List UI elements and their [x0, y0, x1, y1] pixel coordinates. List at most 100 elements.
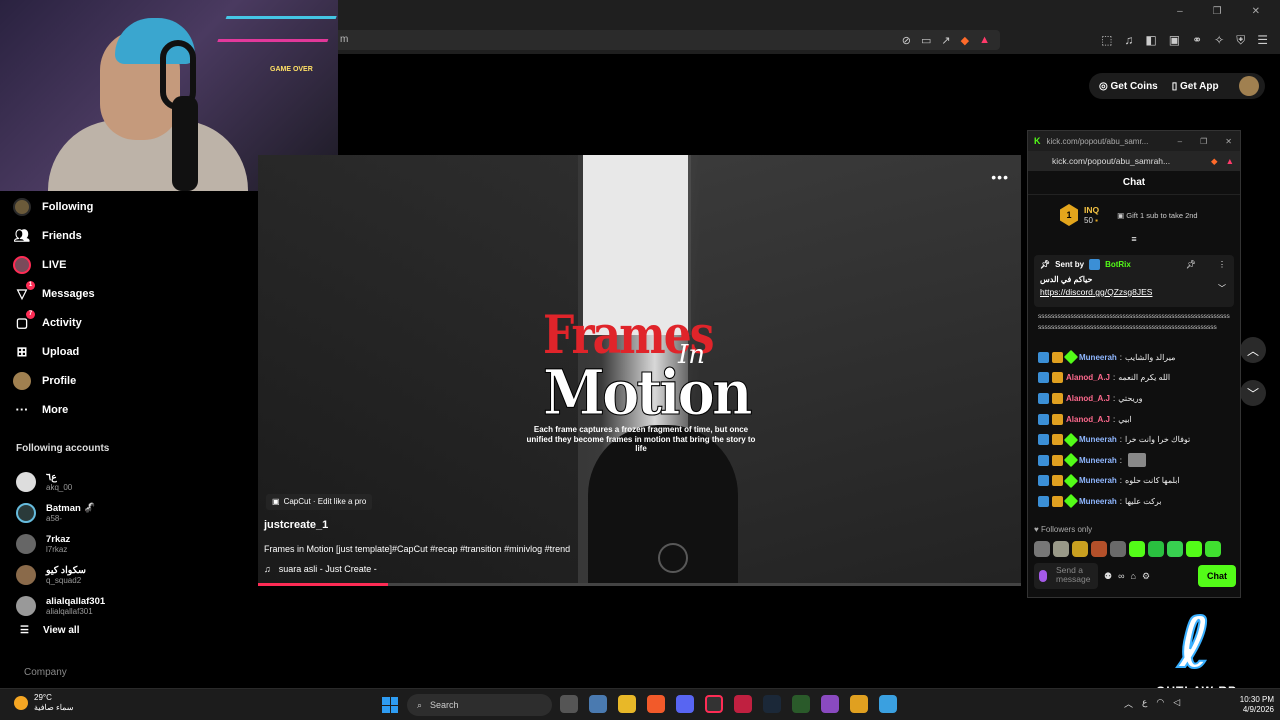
pin-icon[interactable]: 📌︎ [1186, 260, 1196, 269]
leo-icon[interactable]: ✧ [1214, 33, 1224, 48]
maximize-button[interactable]: ❐ [1213, 6, 1222, 17]
collapse-icon[interactable]: ≡ [1028, 235, 1240, 244]
next-video-button[interactable]: ﹀ [1240, 380, 1266, 406]
emote[interactable] [1129, 541, 1145, 557]
chat-username[interactable]: Muneerah [1079, 497, 1117, 506]
emote[interactable] [1205, 541, 1221, 557]
sidebar-item-friends[interactable]: 👥︎ Friends [12, 221, 212, 250]
vpn-icon[interactable]: ⛨ [1236, 33, 1245, 48]
brave-browser-icon[interactable] [647, 695, 665, 713]
emote[interactable] [1034, 541, 1050, 557]
gift-sub-prompt[interactable]: ▣ Gift 1 sub to take 2nd [1117, 211, 1197, 220]
account-item[interactable]: سكواد كيو q_squad2 [16, 559, 216, 590]
pinned-link[interactable]: https://discord.gg/QZzsg8JES [1040, 287, 1228, 297]
sidebar-item-upload[interactable]: ⊞ Upload [12, 337, 212, 366]
chat-message[interactable]: Alanod_A.J: وريحتي [1028, 388, 1240, 409]
emoji-icon[interactable]: ⚉ [1104, 571, 1112, 582]
brave-rewards-icon[interactable]: ▲ [979, 34, 990, 47]
chat-username[interactable]: Muneerah [1079, 476, 1117, 485]
emote[interactable] [1053, 541, 1069, 557]
account-item[interactable]: Batman 🦨 a58- [16, 497, 216, 528]
video-progress-bar[interactable] [258, 583, 1021, 586]
menu-icon[interactable]: ☰ [1257, 33, 1268, 48]
video-player[interactable]: ••• Frames In Motion Each frame captures… [258, 155, 1021, 586]
sidebar-item-more[interactable]: ··· More [12, 395, 212, 424]
chevron-up-icon[interactable]: ︿ [1124, 697, 1133, 710]
file-explorer-icon[interactable] [618, 695, 636, 713]
chat-maximize-button[interactable]: ❐ [1200, 137, 1207, 146]
sound-link[interactable]: ♫ suara asli - Just Create - [264, 564, 377, 574]
brave-rewards-icon[interactable]: ▲ [1226, 156, 1234, 167]
emote[interactable] [1148, 541, 1164, 557]
steam-icon[interactable] [763, 695, 781, 713]
wifi-icon[interactable]: ◠ [1156, 697, 1164, 710]
language-indicator[interactable]: ع [1142, 697, 1147, 710]
emote[interactable] [1186, 541, 1202, 557]
more-options-button[interactable]: ••• [991, 169, 1009, 185]
sidebar-item-messages[interactable]: ▽ 1 Messages [12, 279, 212, 308]
chat-message[interactable]: Muneerah: ميرالد والشايب [1028, 347, 1240, 368]
account-item[interactable]: alialqallaf301 alialqallaf301 [16, 590, 216, 621]
chat-send-button[interactable]: Chat [1198, 565, 1236, 587]
obs-icon[interactable] [705, 695, 723, 713]
share-icon[interactable]: ↗ [941, 34, 950, 47]
microphone-icon[interactable] [1039, 570, 1047, 582]
close-window-button[interactable]: ✕ [1252, 6, 1260, 17]
app-icon[interactable] [879, 695, 897, 713]
cast-icon[interactable]: ▭ [921, 34, 931, 47]
chat-message[interactable]: Muneerah: بركت عليها [1028, 491, 1240, 512]
sidebar-item-activity[interactable]: ▢ 7 Activity [12, 308, 212, 337]
emote[interactable] [1091, 541, 1107, 557]
chat-username[interactable]: Alanod_A.J [1066, 415, 1110, 424]
get-app-button[interactable]: ▯ Get App [1172, 81, 1219, 92]
account-item[interactable]: ع٦ akq_00 [16, 466, 216, 497]
get-coins-button[interactable]: ◎ Get Coins [1099, 81, 1158, 92]
chat-username[interactable]: Muneerah [1079, 435, 1117, 444]
capcut-chip[interactable]: ▣ CapCut · Edit like a pro [266, 494, 373, 510]
music-icon[interactable]: ♫ [1124, 33, 1133, 48]
infinity-icon[interactable]: ∞ [1118, 571, 1124, 581]
kebab-icon[interactable]: ⋮ [1218, 260, 1226, 269]
sidebar-icon[interactable]: ◧ [1145, 33, 1156, 48]
chat-minimize-button[interactable]: – [1178, 137, 1182, 146]
address-bar[interactable]: m ⊘ ▭ ↗ ◆ ▲ [320, 30, 1000, 50]
emote[interactable] [1167, 541, 1183, 557]
xbox-icon[interactable] [792, 695, 810, 713]
chat-url-bar[interactable]: kick.com/popout/abu_samrah... ◆ ▲ [1028, 151, 1240, 171]
mute-icon[interactable]: ⊘ [902, 34, 911, 47]
taskbar-clock[interactable]: 10:30 PM 4/9/2026 [1230, 695, 1274, 715]
chat-message[interactable]: Alanod_A.J: الله يكرم النعمه [1028, 368, 1240, 389]
chat-username[interactable]: Alanod_A.J [1066, 394, 1110, 403]
weather-widget[interactable]: 29°C سماء صافية [14, 693, 74, 713]
pinned-message[interactable]: 📌︎ Sent by BotRix حياكم في الدس https://… [1034, 255, 1234, 307]
link-icon[interactable]: ⚭ [1192, 33, 1202, 48]
chat-message[interactable]: Muneerah: [1028, 450, 1240, 471]
emote[interactable] [1110, 541, 1126, 557]
sidebar-item-profile[interactable]: Profile [12, 366, 212, 395]
creator-name[interactable]: justcreate_1 [264, 519, 328, 531]
settings-app-icon[interactable] [589, 695, 607, 713]
store-icon[interactable]: ⌂ [1131, 571, 1136, 581]
taskbar-search[interactable]: ⌕ Search [407, 694, 552, 716]
app-icon[interactable] [821, 695, 839, 713]
settings-icon[interactable]: ⚙ [1142, 571, 1150, 582]
app-icon[interactable] [850, 695, 868, 713]
chat-username[interactable]: Muneerah [1079, 456, 1117, 465]
send-message-input[interactable]: Send a message [1034, 563, 1098, 589]
user-avatar[interactable] [1238, 76, 1259, 96]
view-all-link[interactable]: ☰ View all [20, 625, 79, 636]
screenshot-icon[interactable]: ⬚ [1101, 33, 1112, 48]
chat-username[interactable]: Alanod_A.J [1066, 373, 1110, 382]
chevron-down-icon[interactable]: ﹀ [1218, 283, 1226, 294]
brave-shield-icon[interactable]: ◆ [961, 34, 969, 47]
leaderboard[interactable]: 1 INQ 50 ▪ ▣ Gift 1 sub to take 2nd [1028, 195, 1240, 235]
discord-icon[interactable] [676, 695, 694, 713]
account-item[interactable]: 7rkaz l7rkaz [16, 528, 216, 559]
volume-icon[interactable]: ◁ [1173, 697, 1180, 710]
sidebar-item-following[interactable]: Following [12, 192, 212, 221]
chat-message[interactable]: Muneerah: توفاك خرا وانت خرا [1028, 429, 1240, 450]
chat-message[interactable]: Muneerah: ابلمها كانت حلوه [1028, 471, 1240, 492]
emote[interactable] [1072, 541, 1088, 557]
brave-shield-icon[interactable]: ◆ [1211, 156, 1218, 167]
chat-message[interactable]: Alanod_A.J: ابيي [1028, 409, 1240, 430]
